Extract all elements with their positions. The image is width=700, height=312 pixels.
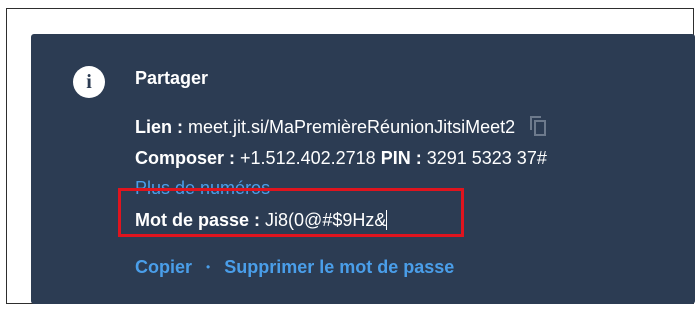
copy-button[interactable]: Copier bbox=[135, 257, 192, 277]
share-dialog: i Partager Lien : meet.jit.si/MaPremière… bbox=[31, 34, 695, 304]
remove-password-button[interactable]: Supprimer le mot de passe bbox=[224, 257, 454, 277]
copy-icon[interactable] bbox=[530, 116, 547, 136]
screenshot-frame: i Partager Lien : meet.jit.si/MaPremière… bbox=[6, 8, 695, 304]
meeting-link[interactable]: meet.jit.si/MaPremièreRéunionJitsiMeet2 bbox=[188, 117, 515, 137]
dial-in-label: Composer : bbox=[135, 148, 236, 168]
dial-in-row: Composer : +1.512.402.2718 PIN : 3291 53… bbox=[135, 148, 547, 169]
meeting-link-row: Lien : meet.jit.si/MaPremièreRéunionJits… bbox=[135, 116, 547, 138]
info-icon: i bbox=[73, 66, 105, 98]
pin-label: PIN : bbox=[380, 148, 422, 168]
link-label: Lien : bbox=[135, 117, 183, 137]
dialog-title: Partager bbox=[135, 68, 209, 88]
dial-in-number: +1.512.402.2718 bbox=[240, 148, 376, 168]
actions-row: Copier • Supprimer le mot de passe bbox=[135, 257, 454, 278]
separator-dot: • bbox=[206, 260, 211, 274]
pin-value: 3291 5323 37# bbox=[426, 148, 547, 168]
password-highlight-box bbox=[118, 188, 464, 237]
